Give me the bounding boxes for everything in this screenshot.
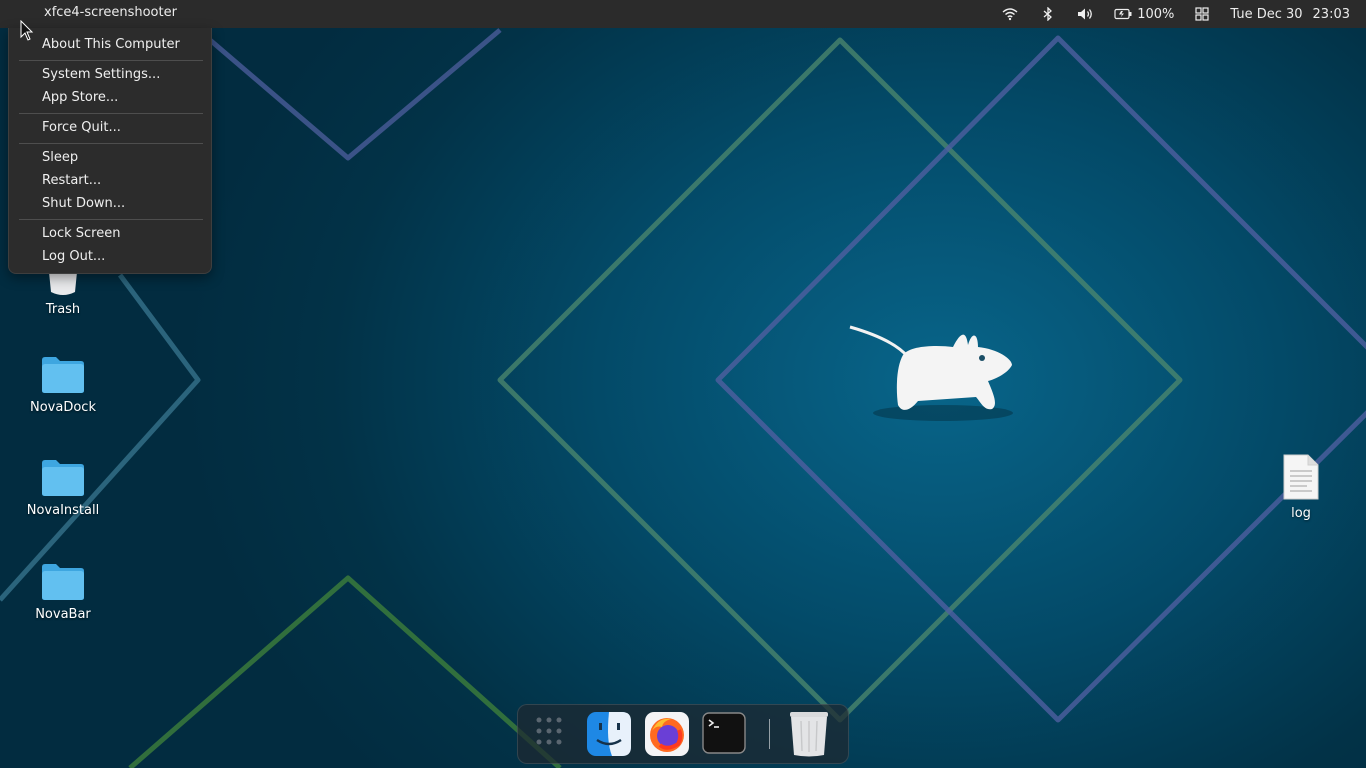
clock-date: Tue Dec 30 <box>1230 6 1303 22</box>
trash-icon <box>790 712 828 757</box>
dock-item-app-grid[interactable] <box>530 711 576 757</box>
dock-item-trash[interactable] <box>786 711 832 757</box>
workspace-grid-icon[interactable] <box>1188 0 1216 28</box>
menu-item-system-settings[interactable]: System Settings... <box>42 65 160 85</box>
system-tray: 100% Tue Dec 30 23:03 <box>996 0 1366 28</box>
dock-item-firefox[interactable] <box>644 711 690 757</box>
menu-item-shut-down[interactable]: Shut Down... <box>42 194 125 214</box>
battery-indicator[interactable]: 100% <box>1114 7 1174 22</box>
menu-item-about[interactable]: About This Computer <box>42 35 180 55</box>
top-panel: xfce4-screenshooter 100% Tue Dec 30 23:0… <box>0 0 1366 28</box>
folder-icon <box>42 460 84 496</box>
menu-item-restart[interactable]: Restart... <box>42 171 101 191</box>
app-grid-icon <box>536 717 562 745</box>
mouse-cursor <box>20 20 34 41</box>
dock-item-terminal[interactable] <box>702 711 748 757</box>
desktop-icon-label: log <box>1291 506 1311 521</box>
desktop-icon-label: NovaDock <box>30 400 96 415</box>
desktop-icon-log[interactable]: log <box>1251 454 1351 521</box>
clock-time: 23:03 <box>1312 6 1350 22</box>
desktop-icon-trash[interactable]: Trash <box>13 272 113 317</box>
xfce-mouse-logo <box>849 325 1013 421</box>
menu-item-log-out[interactable]: Log Out... <box>42 247 105 267</box>
folder-icon <box>42 564 84 600</box>
firefox-icon <box>645 712 689 756</box>
menu-separator <box>19 60 203 61</box>
desktop-icon-label: Trash <box>45 302 81 317</box>
bluetooth-icon[interactable] <box>1034 0 1062 28</box>
folder-icon <box>42 357 84 393</box>
system-menu: About This Computer System Settings... A… <box>8 28 212 274</box>
desktop-icon-novabar[interactable]: NovaBar <box>13 563 113 622</box>
desktop-icon-novadock[interactable]: NovaDock <box>13 356 113 415</box>
menu-item-lock-screen[interactable]: Lock Screen <box>42 224 120 244</box>
desktop-icon-novainstall[interactable]: NovaInstall <box>13 459 113 518</box>
dock <box>517 704 849 764</box>
terminal-icon <box>702 712 746 754</box>
text-file-icon <box>1283 454 1319 500</box>
desktop-icon-label: NovaInstall <box>26 503 100 518</box>
menu-item-app-store[interactable]: App Store... <box>42 88 118 108</box>
trash-icon <box>49 272 77 295</box>
menu-separator <box>19 113 203 114</box>
menu-separator <box>19 143 203 144</box>
dock-item-finder[interactable] <box>586 711 632 757</box>
desktop-icon-label: NovaBar <box>35 607 91 622</box>
finder-icon <box>587 712 631 756</box>
battery-percent: 100% <box>1137 6 1175 22</box>
menu-item-force-quit[interactable]: Force Quit... <box>42 118 121 138</box>
wifi-icon[interactable] <box>996 0 1024 28</box>
clock[interactable]: Tue Dec 30 23:03 <box>1230 7 1350 22</box>
volume-icon[interactable] <box>1072 0 1100 28</box>
battery-icon <box>1114 8 1132 20</box>
active-window-title: xfce4-screenshooter <box>44 5 177 20</box>
menu-separator <box>19 219 203 220</box>
dock-separator <box>769 719 770 749</box>
menu-item-sleep[interactable]: Sleep <box>42 148 78 168</box>
